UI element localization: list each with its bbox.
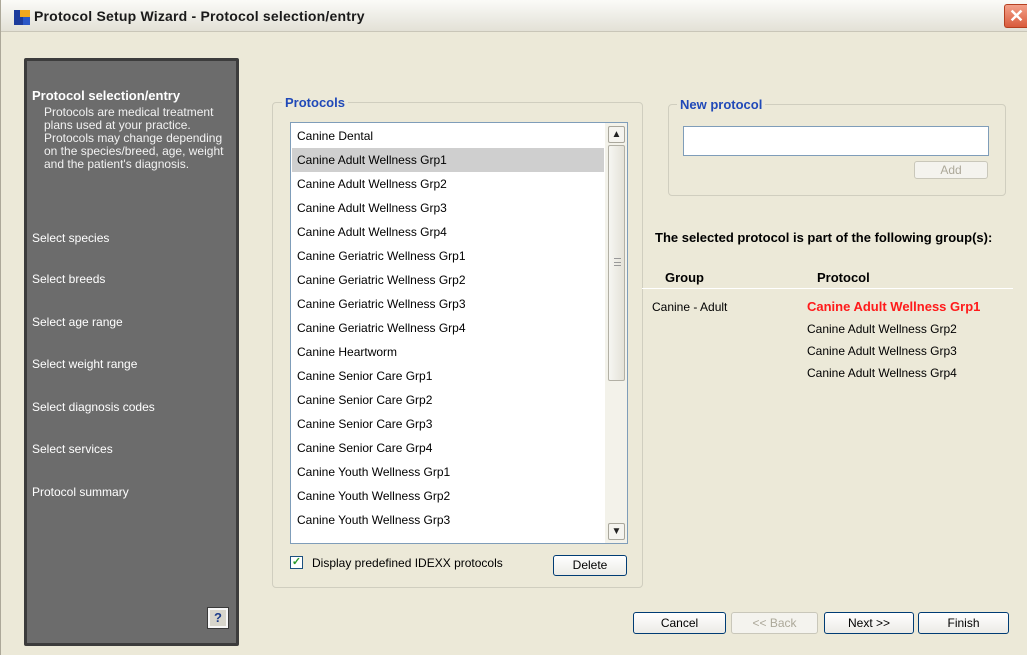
groups-title: The selected protocol is part of the fol… xyxy=(655,230,993,245)
back-button[interactable]: << Back xyxy=(731,612,818,634)
cancel-button[interactable]: Cancel xyxy=(633,612,726,634)
add-button[interactable]: Add xyxy=(914,161,988,179)
list-item[interactable]: Canine Youth Wellness Grp2 xyxy=(292,484,604,508)
new-protocol-legend: New protocol xyxy=(677,97,766,112)
step-select-age-range: Select age range xyxy=(32,315,123,329)
step-select-diagnosis-codes: Select diagnosis codes xyxy=(32,400,155,414)
protocols-legend: Protocols xyxy=(282,95,348,110)
group-protocol: Canine Adult Wellness Grp2 xyxy=(807,322,957,336)
step-select-breeds: Select breeds xyxy=(32,272,106,286)
group-protocol: Canine Adult Wellness Grp3 xyxy=(807,344,957,358)
list-item[interactable]: Canine Dental xyxy=(292,124,604,148)
window-title: Protocol Setup Wizard - Protocol selecti… xyxy=(34,8,365,24)
next-button[interactable]: Next >> xyxy=(824,612,914,634)
predefined-protocols-label: Display predefined IDEXX protocols xyxy=(312,556,503,570)
list-item[interactable]: Canine Senior Care Grp1 xyxy=(292,364,604,388)
list-item[interactable]: Canine Senior Care Grp4 xyxy=(292,436,604,460)
scroll-thumb[interactable] xyxy=(608,145,625,381)
help-icon[interactable]: ? xyxy=(207,607,229,629)
group-column-header: Group xyxy=(665,270,704,285)
predefined-protocols-checkbox[interactable]: ✓ xyxy=(290,556,303,569)
list-item[interactable]: Canine Senior Care Grp3 xyxy=(292,412,604,436)
group-protocol: Canine Adult Wellness Grp4 xyxy=(807,366,957,380)
protocol-list[interactable]: Canine Dental Canine Adult Wellness Grp1… xyxy=(290,122,628,544)
list-item[interactable]: Canine Adult Wellness Grp2 xyxy=(292,172,604,196)
list-item[interactable]: Canine Geriatric Wellness Grp4 xyxy=(292,316,604,340)
delete-button[interactable]: Delete xyxy=(553,555,627,576)
step-select-weight-range: Select weight range xyxy=(32,357,138,371)
list-item[interactable]: Canine Heartworm xyxy=(292,340,604,364)
wizard-window: Protocol Setup Wizard - Protocol selecti… xyxy=(0,0,1027,655)
list-item[interactable]: Canine Geriatric Wellness Grp3 xyxy=(292,292,604,316)
group-name: Canine - Adult xyxy=(652,300,728,314)
new-protocol-input[interactable] xyxy=(683,126,989,156)
list-item[interactable]: Canine Adult Wellness Grp4 xyxy=(292,220,604,244)
list-item-selected[interactable]: Canine Adult Wellness Grp1 xyxy=(292,148,604,172)
scroll-up-icon[interactable]: ▲ xyxy=(608,126,625,143)
close-button[interactable]: ✕ xyxy=(1004,4,1027,28)
wizard-steps-panel: Protocol selection/entry Protocols are m… xyxy=(24,58,239,646)
step-select-species: Select species xyxy=(32,231,110,245)
header-divider xyxy=(642,288,1013,289)
scroll-down-icon[interactable]: ▼ xyxy=(608,523,625,540)
title-bar: Protocol Setup Wizard - Protocol selecti… xyxy=(1,0,1027,32)
step-protocol-summary: Protocol summary xyxy=(32,485,129,499)
group-protocol-highlighted: Canine Adult Wellness Grp1 xyxy=(807,299,981,314)
list-item[interactable]: Canine Geriatric Wellness Grp2 xyxy=(292,268,604,292)
app-icon xyxy=(14,10,30,25)
list-item[interactable]: Canine Youth Wellness Grp3 xyxy=(292,508,604,532)
list-item[interactable]: Canine Adult Wellness Grp3 xyxy=(292,196,604,220)
finish-button[interactable]: Finish xyxy=(918,612,1009,634)
list-item[interactable]: Canine Senior Care Grp2 xyxy=(292,388,604,412)
current-step-description: Protocols are medical treatment plans us… xyxy=(44,105,224,171)
list-scrollbar[interactable]: ▲ ▼ xyxy=(605,123,627,543)
list-item[interactable]: Canine Youth Wellness Grp1 xyxy=(292,460,604,484)
list-item[interactable]: Canine Geriatric Wellness Grp1 xyxy=(292,244,604,268)
protocol-column-header: Protocol xyxy=(817,270,870,285)
step-select-services: Select services xyxy=(32,442,113,456)
current-step-heading: Protocol selection/entry xyxy=(32,88,181,103)
